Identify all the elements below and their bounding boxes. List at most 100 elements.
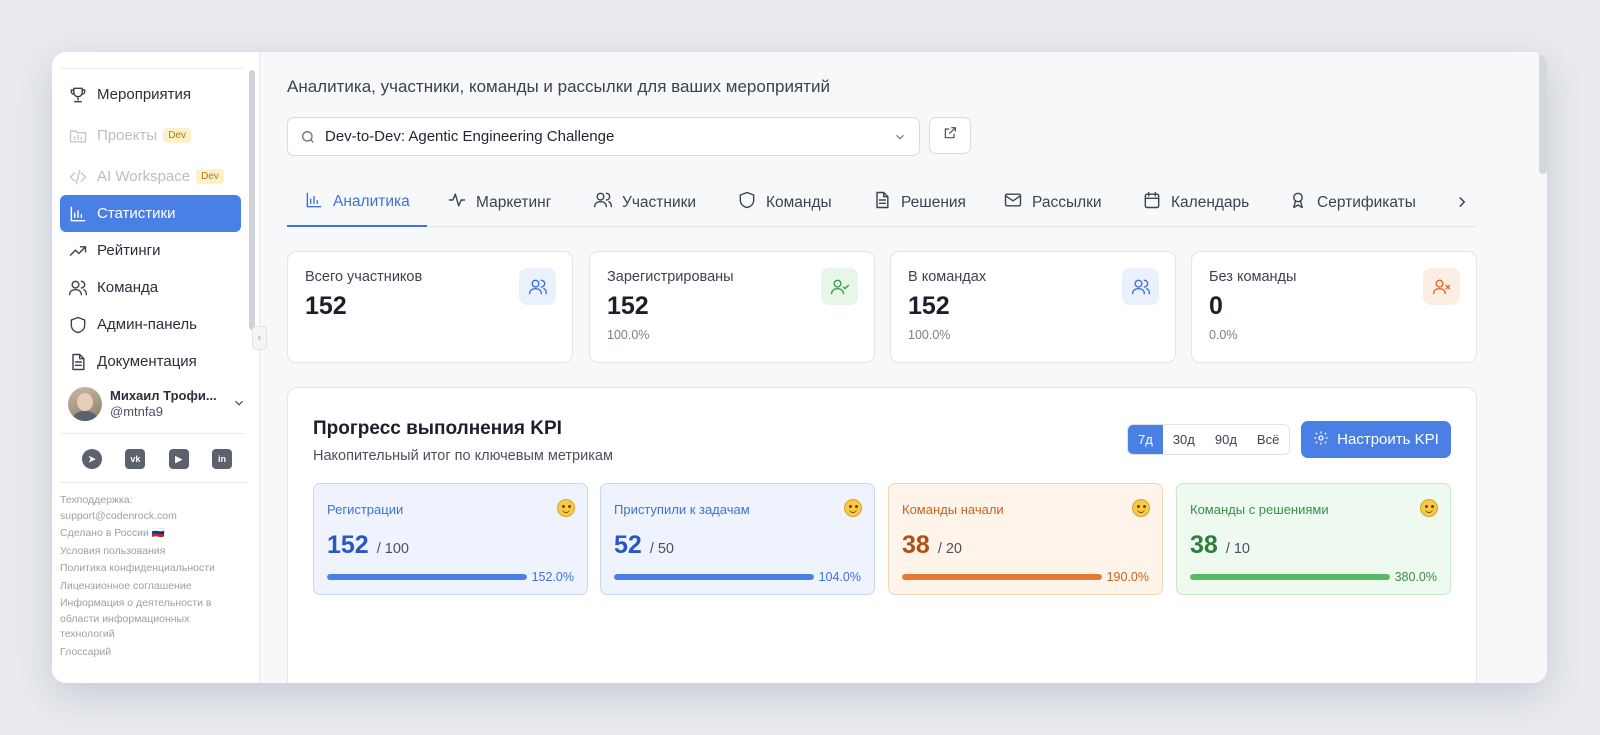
sidebar-scrollbar[interactable]: [249, 70, 255, 330]
smile-emoji-icon: [1132, 499, 1150, 517]
range-90d[interactable]: 90д: [1205, 425, 1247, 454]
stat-value: 0: [1209, 292, 1223, 320]
sidebar-item-label: Админ-панель: [97, 316, 197, 333]
range-7d[interactable]: 7д: [1128, 425, 1163, 454]
event-select[interactable]: Dev-to-Dev: Agentic Engineering Challeng…: [287, 117, 920, 156]
stat-registered: Зарегистрированы 152 100.0%: [589, 251, 875, 363]
bar-chart-icon: [304, 190, 333, 215]
kpi-percent: 152.0%: [531, 570, 574, 584]
tab-marketing[interactable]: Маркетинг: [447, 179, 551, 226]
sidebar-item-events[interactable]: Мероприятия: [60, 76, 241, 113]
user-check-icon: [821, 268, 858, 305]
users-icon: [593, 190, 622, 215]
privacy-link[interactable]: Политика конфиденциальности: [60, 561, 230, 577]
kpi-progress-fill: [902, 574, 1102, 580]
configure-kpi-label: Настроить KPI: [1337, 431, 1439, 448]
configure-kpi-button[interactable]: Настроить KPI: [1301, 421, 1451, 458]
chevron-left-icon: ‹: [257, 332, 262, 344]
kpi-subtitle: Накопительный итог по ключевым метрикам: [313, 448, 613, 464]
sidebar-item-label: Команда: [97, 279, 159, 296]
stat-cards: Всего участников 152 Зарегистрированы 15…: [287, 251, 1477, 363]
stat-total-participants: Всего участников 152: [287, 251, 573, 363]
linkedin-icon[interactable]: in: [211, 449, 232, 469]
kpi-card-name: Приступили к задачам: [614, 502, 750, 517]
sidebar-item-statistics[interactable]: Статистики: [60, 195, 241, 232]
kpi-card-teams-started: Команды начали 38 / 20 190.0%: [888, 483, 1163, 595]
it-info-link[interactable]: Информация о деятельности в области инфо…: [60, 596, 230, 643]
sidebar-item-label: Мероприятия: [97, 86, 192, 103]
sidebar-item-ai-workspace[interactable]: AI Workspace Dev: [60, 158, 241, 195]
users-icon: [519, 268, 556, 305]
stat-percent: 100.0%: [607, 328, 650, 342]
terms-link[interactable]: Условия пользования: [60, 544, 230, 560]
user-x-icon: [1423, 268, 1460, 305]
kpi-target-value: / 10: [1225, 541, 1250, 557]
open-external-button[interactable]: [929, 117, 971, 154]
tab-label: Решения: [901, 193, 966, 211]
stat-label: В командах: [908, 269, 987, 285]
kpi-progress-fill: [1190, 574, 1390, 580]
chevron-down-icon[interactable]: [232, 396, 246, 415]
tab-analytics[interactable]: Аналитика: [287, 179, 427, 227]
sidebar-item-label: Документация: [97, 353, 197, 370]
sidebar-divider: [60, 482, 246, 483]
dev-badge: Dev: [163, 128, 191, 143]
kpi-target-value: / 50: [649, 541, 674, 557]
document-icon: [68, 352, 88, 372]
chevron-right-icon[interactable]: [1453, 193, 1471, 216]
kpi-title: Прогресс выполнения KPI: [313, 418, 562, 439]
tab-solutions[interactable]: Решения: [872, 179, 966, 226]
range-30d[interactable]: 30д: [1163, 425, 1205, 454]
license-link[interactable]: Лицензионное соглашение: [60, 579, 230, 595]
smile-emoji-icon: [1420, 499, 1438, 517]
smile-emoji-icon: [844, 499, 862, 517]
kpi-progress-bar: [902, 574, 1102, 580]
sidebar-item-projects[interactable]: Проекты Dev: [60, 117, 241, 154]
calendar-icon: [1142, 190, 1171, 215]
kpi-card-teams-with-solutions: Команды с решениями 38 / 10 380.0%: [1176, 483, 1451, 595]
kpi-progress-bar: [1190, 574, 1390, 580]
support-link[interactable]: Техподдержка: support@codenrock.com: [60, 493, 230, 524]
tab-label: Участники: [622, 193, 697, 211]
bar-chart-icon: [68, 204, 88, 224]
trophy-icon: [68, 85, 88, 105]
sidebar-item-label: AI Workspace: [97, 168, 191, 185]
tab-certificates[interactable]: Сертификаты: [1288, 179, 1416, 226]
range-all[interactable]: Всё: [1247, 425, 1289, 454]
search-icon: [300, 129, 316, 145]
shield-icon: [737, 190, 766, 215]
tab-bar: Аналитика Маркетинг Участники Команды Ре…: [287, 179, 1477, 227]
sidebar-item-admin[interactable]: Админ-панель: [60, 306, 241, 343]
stat-value: 152: [607, 292, 649, 320]
tab-calendar[interactable]: Календарь: [1142, 179, 1249, 226]
kpi-progress-fill: [614, 574, 814, 580]
activity-icon: [447, 190, 476, 215]
sidebar-item-team[interactable]: Команда: [60, 269, 241, 306]
glossary-link[interactable]: Глоссарий: [60, 645, 230, 661]
page-subtitle: Аналитика, участники, команды и рассылки…: [287, 77, 830, 96]
sidebar-item-ratings[interactable]: Рейтинги: [60, 232, 241, 269]
kpi-percent: 104.0%: [818, 570, 861, 584]
sidebar-collapse-button[interactable]: ‹: [252, 326, 267, 350]
main-scrollbar[interactable]: [1539, 52, 1547, 174]
user-profile[interactable]: Михаил Трофи... @mtnfa9: [68, 386, 248, 422]
youtube-icon[interactable]: ▶: [168, 449, 189, 469]
stat-in-teams: В командах 152 100.0%: [890, 251, 1176, 363]
stat-value: 152: [305, 292, 347, 320]
vk-icon[interactable]: vk: [125, 449, 146, 469]
stat-label: Без команды: [1209, 269, 1297, 285]
kpi-current-value: 38: [902, 531, 930, 559]
tab-participants[interactable]: Участники: [593, 179, 696, 226]
telegram-icon[interactable]: ➤: [82, 449, 102, 469]
sidebar-item-docs[interactable]: Документация: [60, 343, 241, 380]
made-in-russia: Сделано в России 🇷🇺: [60, 527, 165, 539]
kpi-percent: 380.0%: [1394, 570, 1437, 584]
tab-teams[interactable]: Команды: [737, 179, 832, 226]
trending-up-icon: [68, 241, 88, 261]
users-icon: [68, 278, 88, 298]
tab-mailings[interactable]: Рассылки: [1003, 179, 1102, 226]
stat-percent: 0.0%: [1209, 328, 1238, 342]
kpi-card-started-tasks: Приступили к задачам 52 / 50 104.0%: [600, 483, 875, 595]
tab-label: Маркетинг: [476, 193, 552, 211]
stat-no-team: Без команды 0 0.0%: [1191, 251, 1477, 363]
